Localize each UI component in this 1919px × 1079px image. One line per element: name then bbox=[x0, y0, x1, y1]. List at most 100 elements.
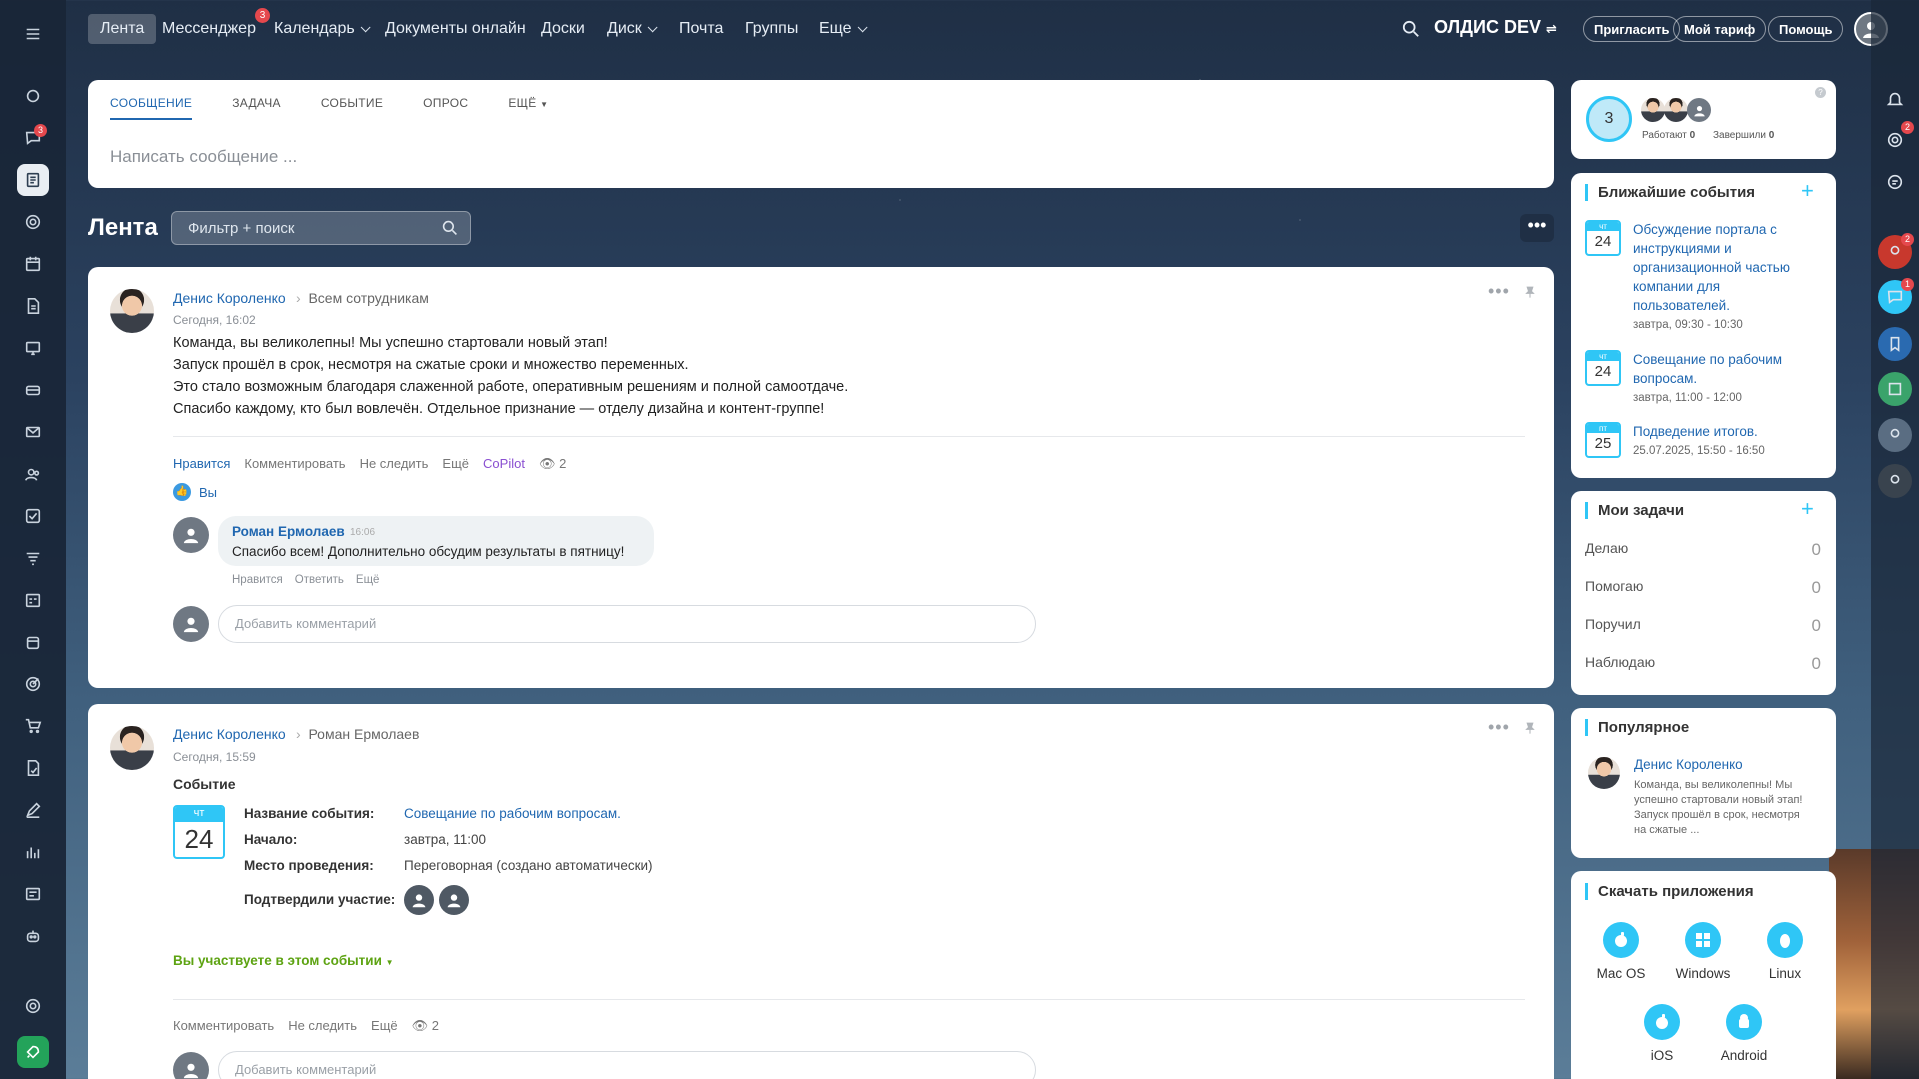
like-button[interactable]: Нравится bbox=[173, 456, 230, 472]
nav-documents[interactable]: Документы онлайн bbox=[373, 14, 538, 44]
task-row-helping[interactable]: Помогаю 0 bbox=[1585, 578, 1821, 598]
pen-icon[interactable] bbox=[17, 794, 49, 826]
more-button[interactable]: Ещё bbox=[442, 456, 469, 472]
target-icon[interactable] bbox=[17, 668, 49, 700]
nav-calendar[interactable]: Календарь bbox=[262, 14, 379, 44]
help-ring-icon[interactable] bbox=[17, 206, 49, 238]
tab-poll[interactable]: ОПРОС bbox=[423, 96, 468, 120]
nav-mail[interactable]: Почта bbox=[667, 14, 735, 44]
sheet-icon[interactable] bbox=[1878, 372, 1912, 406]
brand-name[interactable]: ОЛДИС DEV ⇌ bbox=[1434, 17, 1557, 38]
pin-icon[interactable] bbox=[1523, 285, 1537, 299]
comment-input[interactable]: Добавить комментарий bbox=[218, 605, 1036, 643]
rocket-icon[interactable] bbox=[17, 1036, 49, 1068]
menu-icon[interactable] bbox=[17, 18, 49, 50]
task-row-assigned[interactable]: Поручил 0 bbox=[1585, 616, 1821, 636]
author-avatar[interactable] bbox=[110, 726, 154, 770]
cart-icon[interactable] bbox=[17, 710, 49, 742]
mail-icon[interactable] bbox=[17, 416, 49, 448]
store-icon[interactable] bbox=[17, 626, 49, 658]
popular-text[interactable]: Команда, вы великолепны! Мы успешно стар… bbox=[1634, 778, 1802, 838]
chat-bubbles-icon[interactable] bbox=[17, 80, 49, 112]
nav-feed[interactable]: Лента bbox=[88, 14, 157, 44]
post-menu-icon[interactable]: ••• bbox=[1488, 281, 1510, 302]
comment-author-avatar[interactable] bbox=[173, 517, 209, 553]
messenger-icon[interactable]: 3 bbox=[17, 122, 49, 154]
bookmark-icon[interactable] bbox=[1878, 327, 1912, 361]
comment-button[interactable]: Комментировать bbox=[173, 1018, 274, 1034]
nav-boards[interactable]: Доски bbox=[529, 14, 597, 44]
post-recipient[interactable]: › Роман Ермолаев bbox=[296, 726, 419, 742]
nav-more[interactable]: Еще bbox=[807, 14, 876, 44]
author-avatar[interactable] bbox=[110, 289, 154, 333]
tab-task[interactable]: ЗАДАЧА bbox=[232, 96, 281, 120]
filter-search-input[interactable]: Фильтр + поиск bbox=[171, 211, 471, 245]
unfollow-button[interactable]: Не следить bbox=[360, 456, 429, 472]
popular-author[interactable]: Денис Короленко bbox=[1634, 757, 1743, 772]
event-link[interactable]: Совещание по рабочим вопросам. bbox=[1633, 350, 1782, 388]
comment-author[interactable]: Роман Ермолаев bbox=[232, 524, 345, 539]
event-link[interactable]: Обсуждение портала с инструкциями и орга… bbox=[1633, 220, 1790, 315]
download-linux-button[interactable]: Linux bbox=[1745, 922, 1825, 981]
stats-count[interactable]: 3 bbox=[1586, 96, 1632, 142]
tab-more[interactable]: ЕЩЁ ▼ bbox=[508, 96, 548, 120]
notifications-bell-icon[interactable] bbox=[1878, 82, 1912, 116]
comment-button[interactable]: Комментировать bbox=[244, 456, 345, 472]
invite-button[interactable]: Пригласить bbox=[1583, 16, 1681, 42]
copilot-icon[interactable]: 2 bbox=[1878, 121, 1914, 157]
board-icon[interactable] bbox=[17, 332, 49, 364]
contact-avatar[interactable] bbox=[1878, 418, 1912, 452]
chat-icon[interactable] bbox=[1878, 165, 1912, 199]
drive-icon[interactable] bbox=[17, 374, 49, 406]
participate-dropdown[interactable]: Вы участвуете в этом событии ▼ bbox=[173, 953, 394, 968]
participant-avatar[interactable] bbox=[404, 885, 434, 915]
participant-avatar[interactable] bbox=[439, 885, 469, 915]
contact-avatar[interactable]: 2 bbox=[1878, 233, 1914, 269]
post-author[interactable]: Денис Короленко bbox=[173, 726, 286, 742]
contact-avatar[interactable] bbox=[1878, 464, 1912, 498]
unfollow-button[interactable]: Не следить bbox=[288, 1018, 357, 1034]
tariff-button[interactable]: Мой тариф bbox=[1673, 16, 1767, 42]
more-button[interactable]: Ещё bbox=[371, 1018, 398, 1034]
info-icon[interactable]: ? bbox=[1815, 87, 1826, 98]
comment-reply-button[interactable]: Ответить bbox=[295, 574, 344, 586]
help-button[interactable]: Помощь bbox=[1768, 16, 1844, 42]
event-name-link[interactable]: Совещание по рабочим вопросам. bbox=[404, 801, 621, 827]
composer-input[interactable]: Написать сообщение ... bbox=[110, 147, 297, 167]
search-icon[interactable] bbox=[1402, 20, 1420, 38]
download-ios-button[interactable]: iOS bbox=[1622, 1004, 1702, 1063]
post-menu-icon[interactable]: ••• bbox=[1488, 717, 1510, 738]
likes-summary[interactable]: 👍 Вы bbox=[173, 483, 217, 501]
tab-message[interactable]: СООБЩЕНИЕ bbox=[110, 96, 193, 120]
download-android-button[interactable]: Android bbox=[1704, 1004, 1784, 1063]
feed-settings-button[interactable]: ••• bbox=[1520, 214, 1554, 242]
tasks-icon[interactable] bbox=[17, 500, 49, 532]
add-event-icon[interactable]: + bbox=[1801, 178, 1814, 204]
pin-icon[interactable] bbox=[1523, 721, 1537, 735]
open-channel-icon[interactable]: 1 bbox=[1878, 278, 1914, 314]
comment-input[interactable]: Добавить комментарий bbox=[218, 1051, 1036, 1079]
popular-author-avatar[interactable] bbox=[1588, 757, 1620, 789]
planner-icon[interactable] bbox=[17, 584, 49, 616]
download-macos-button[interactable]: Mac OS bbox=[1581, 922, 1661, 981]
sign-doc-icon[interactable] bbox=[17, 752, 49, 784]
nav-groups[interactable]: Группы bbox=[733, 14, 810, 44]
document-icon[interactable] bbox=[17, 290, 49, 322]
feed-icon[interactable] bbox=[17, 164, 49, 196]
copilot-button[interactable]: CoPilot bbox=[483, 456, 525, 472]
download-windows-button[interactable]: Windows bbox=[1663, 922, 1743, 981]
post-recipient[interactable]: › Всем сотрудникам bbox=[296, 290, 429, 306]
settings-gear-icon[interactable] bbox=[17, 990, 49, 1022]
add-task-icon[interactable]: + bbox=[1801, 496, 1814, 522]
nav-messenger[interactable]: Мессенджер 3 bbox=[150, 8, 270, 44]
analytics-icon[interactable] bbox=[17, 836, 49, 868]
comment-like-button[interactable]: Нравится bbox=[232, 574, 283, 586]
tab-event[interactable]: СОБЫТИЕ bbox=[321, 96, 383, 120]
comment-more-button[interactable]: Ещё bbox=[356, 574, 380, 586]
groups-icon[interactable] bbox=[17, 458, 49, 490]
calendar-icon[interactable] bbox=[17, 248, 49, 280]
post-author[interactable]: Денис Короленко bbox=[173, 290, 286, 306]
task-row-doing[interactable]: Делаю 0 bbox=[1585, 540, 1821, 560]
task-row-watching[interactable]: Наблюдаю 0 bbox=[1585, 654, 1821, 674]
event-link[interactable]: Подведение итогов. bbox=[1633, 422, 1758, 441]
